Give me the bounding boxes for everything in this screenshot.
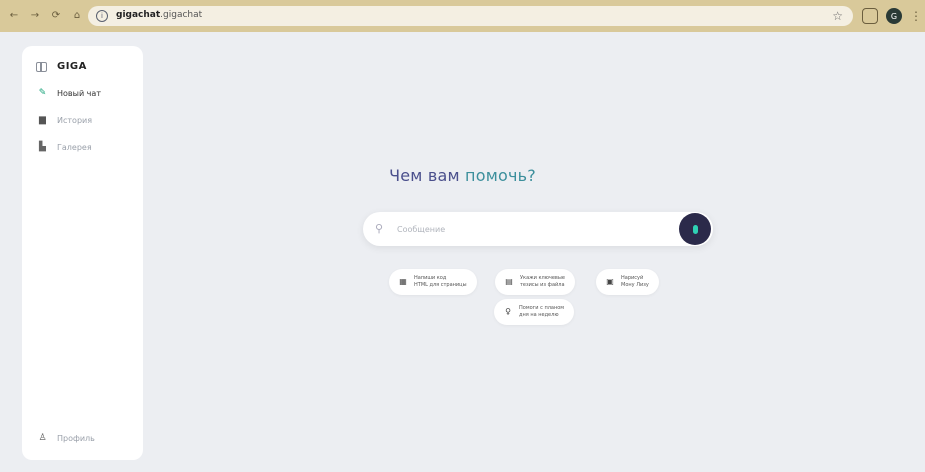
forward-icon[interactable]: → [29, 10, 41, 22]
suggestion-chip[interactable]: ▤ Укажи ключевые тезисы из файла [495, 269, 575, 295]
sidebar: GIGA ✎ Новый чат ▆ История ▙ Галерея ♙ П… [22, 46, 143, 460]
sidebar-item-history[interactable]: ▆ История [38, 115, 93, 126]
image-icon: ▣ [606, 277, 614, 286]
address-bar[interactable]: i gigachat.gigachat ☆ [88, 6, 853, 26]
extensions-icon[interactable] [862, 8, 878, 24]
suggestion-line2: Мону Лизу [621, 282, 649, 288]
headline-part2: помочь? [465, 166, 536, 185]
suggestion-line2: HTML для страницы [414, 282, 467, 288]
sidebar-item-label: История [57, 116, 93, 125]
suggestion-text: Помоги с планом дня на неделю [519, 305, 564, 319]
home-icon[interactable]: ⌂ [71, 10, 83, 22]
suggestion-line1: Напиши код [414, 275, 447, 281]
code-icon: ▦ [399, 277, 407, 286]
url-domain: gigachat [116, 10, 161, 20]
url-text[interactable]: gigachat.gigachat [116, 10, 202, 20]
message-input[interactable] [397, 221, 657, 237]
suggestion-line2: тезисы из файла [520, 282, 565, 288]
browser-profile-avatar[interactable]: G [886, 8, 902, 24]
attach-icon[interactable]: ⚲ [375, 222, 383, 236]
bulb-icon: ♀ [505, 307, 511, 316]
sidebar-item-label: Новый чат [57, 89, 101, 98]
browser-nav-buttons: ← → ⟳ ⌂ [8, 10, 83, 22]
pencil-icon: ✎ [38, 88, 47, 98]
message-input-bar: ⚲ [363, 212, 713, 246]
suggestion-line2: дня на неделю [519, 312, 559, 318]
suggestion-line1: Нарисуй [621, 275, 644, 281]
sidebar-item-new-chat[interactable]: ✎ Новый чат [38, 88, 101, 99]
reload-icon[interactable]: ⟳ [50, 10, 62, 22]
sidebar-item-gallery[interactable]: ▙ Галерея [38, 142, 92, 153]
headline-part1: Чем вам [389, 166, 460, 185]
back-icon[interactable]: ← [8, 10, 20, 22]
user-icon: ♙ [38, 433, 47, 443]
suggestion-chip[interactable]: ♀ Помоги с планом дня на неделю [494, 299, 575, 325]
browser-actions: G ⋮ [862, 8, 922, 24]
sidebar-item-label: Галерея [57, 143, 92, 152]
suggestion-text: Напиши код HTML для страницы [414, 275, 467, 289]
gallery-icon: ▙ [39, 142, 46, 152]
chat-icon: ▆ [39, 115, 46, 125]
file-icon: ▤ [505, 277, 513, 286]
suggestion-line1: Помоги с планом [519, 305, 565, 311]
suggestion-chip[interactable]: ▣ Нарисуй Мону Лизу [596, 269, 659, 295]
site-info-icon[interactable]: i [96, 10, 108, 22]
browser-menu-icon[interactable]: ⋮ [910, 8, 922, 24]
toggle-sidebar-icon[interactable] [36, 61, 47, 72]
sidebar-item-profile[interactable]: ♙ Профиль [38, 433, 95, 444]
microphone-icon [692, 224, 698, 234]
sidebar-item-label: Профиль [57, 434, 95, 443]
browser-toolbar: ← → ⟳ ⌂ i gigachat.gigachat ☆ G ⋮ [0, 0, 925, 32]
url-path: .gigachat [160, 10, 203, 20]
page-title: Чем вам помочь? [0, 166, 925, 185]
bookmark-star-icon[interactable]: ☆ [832, 8, 843, 24]
app-logo: GIGA [57, 61, 87, 72]
voice-input-button[interactable] [679, 213, 711, 245]
suggestion-text: Укажи ключевые тезисы из файла [520, 275, 565, 289]
suggestion-text: Нарисуй Мону Лизу [621, 275, 649, 289]
sidebar-header: GIGA [36, 61, 87, 72]
suggestion-line1: Укажи ключевые [520, 275, 565, 281]
suggestion-chip[interactable]: ▦ Напиши код HTML для страницы [389, 269, 477, 295]
